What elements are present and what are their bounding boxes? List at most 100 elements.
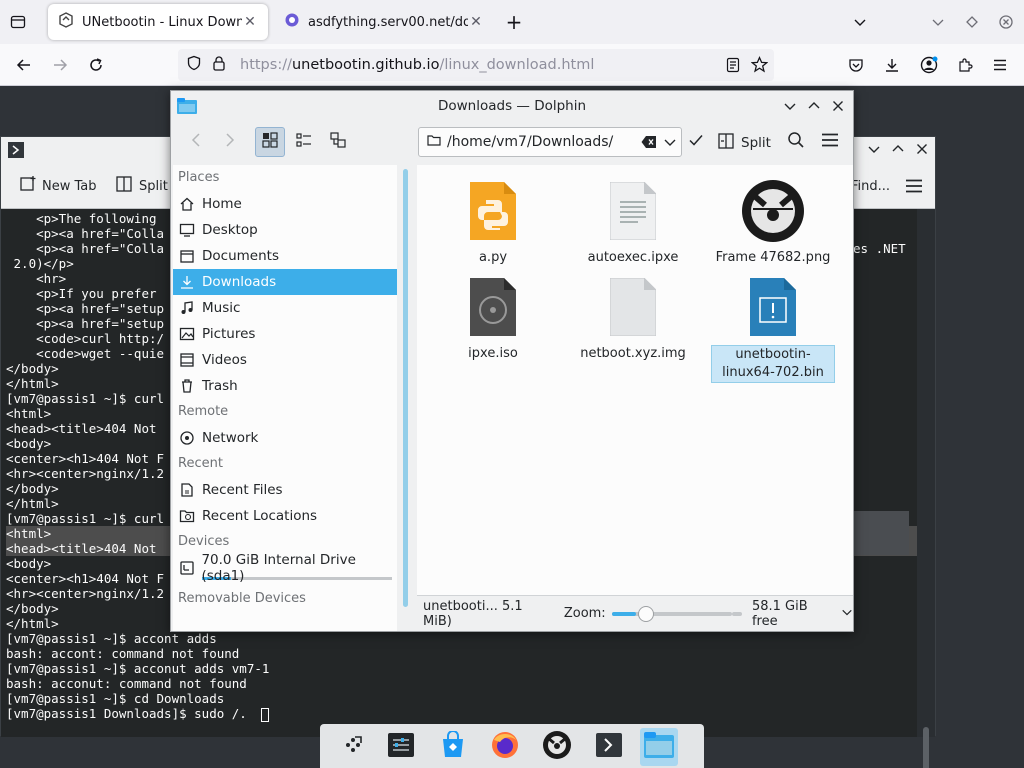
reader-view-icon[interactable] — [726, 57, 740, 77]
dolphin-button[interactable] — [640, 728, 678, 766]
new-tab-icon[interactable]: + — [504, 10, 524, 34]
location-bar[interactable]: /home/vm7/Downloads/ — [418, 127, 682, 157]
lock-icon[interactable] — [212, 55, 230, 75]
sidebar-item-70-0-gib-internal-drive-sda1[interactable]: 70.0 GiB Internal Drive (sda1) — [173, 552, 397, 584]
chevron-up-icon[interactable] — [891, 142, 905, 160]
zoom-extra-track — [732, 611, 742, 616]
dolphin-titlebar[interactable]: Downloads — Dolphin — [171, 91, 853, 121]
places-panel-scrollbar[interactable] — [397, 165, 415, 631]
hamburger-menu-button[interactable] — [815, 127, 845, 157]
scrollbar-thumb[interactable] — [403, 169, 408, 607]
sidebar-item-music[interactable]: Music — [173, 295, 397, 321]
search-button[interactable] — [781, 127, 811, 157]
icons-view-button[interactable] — [255, 127, 285, 157]
close-icon[interactable] — [831, 99, 845, 117]
file-item[interactable]: a.py — [431, 179, 555, 267]
file-item[interactable]: autoexec.ipxe — [571, 179, 695, 267]
sidebar-item-documents[interactable]: Documents — [173, 243, 397, 269]
sidebar-item-trash[interactable]: Trash — [173, 373, 397, 399]
sidebar-item-desktop[interactable]: Desktop — [173, 217, 397, 243]
zoom-slider[interactable] — [611, 605, 732, 622]
sidebar-item-home[interactable]: Home — [173, 191, 397, 217]
close-tab-icon[interactable]: ✕ — [468, 14, 484, 30]
sidebar-item-recent-files[interactable]: Recent Files — [173, 477, 397, 503]
app-launcher-button[interactable] — [334, 728, 372, 766]
taskbar — [320, 724, 704, 768]
recent-locations-icon — [178, 507, 196, 525]
drive-icon — [178, 559, 195, 577]
hamburger-menu-icon[interactable] — [905, 178, 923, 198]
chevron-down-icon[interactable] — [783, 99, 797, 117]
split-button[interactable]: Split — [717, 132, 771, 154]
scrollbar-thumb[interactable] — [923, 727, 929, 768]
terminal-line: [vm7@passis1 ~]$ accont adds — [6, 631, 217, 646]
account-icon[interactable] — [919, 55, 939, 75]
sidebar-item-videos[interactable]: Videos — [173, 347, 397, 373]
browser-tab-asdfything[interactable]: asdfything.serv00.net/dow ✕ — [274, 4, 494, 40]
back-icon[interactable] — [14, 55, 34, 75]
maximize-icon[interactable] — [962, 12, 982, 32]
terminal-scrollbar[interactable] — [917, 209, 935, 768]
clear-text-icon[interactable] — [641, 135, 657, 153]
free-space-label[interactable]: 58.1 GiB free — [752, 599, 835, 629]
details-view-button[interactable] — [323, 127, 353, 157]
sidebar-item-downloads[interactable]: Downloads — [173, 269, 397, 295]
firefox-button[interactable] — [486, 728, 524, 766]
minimize-icon[interactable] — [928, 12, 948, 32]
find-button[interactable]: Find... — [851, 173, 890, 199]
terminal-line: [vm7@passis1 ~]$ acconut adds vm7-1 — [6, 661, 270, 676]
close-icon[interactable] — [915, 142, 929, 160]
tracking-protection-icon[interactable] — [186, 55, 204, 75]
close-window-icon[interactable] — [996, 12, 1016, 32]
binary-file-icon — [741, 275, 805, 339]
compact-view-button[interactable] — [289, 127, 319, 157]
bookmark-star-icon[interactable] — [750, 56, 769, 77]
url-bar[interactable]: https://unetbootin.github.io/linux_downl… — [178, 49, 774, 81]
list-all-tabs-icon[interactable] — [850, 12, 870, 32]
python-file-icon — [461, 179, 525, 243]
pocket-icon[interactable] — [846, 55, 866, 75]
konsole-button[interactable] — [590, 728, 628, 766]
zoom-slider-fill — [611, 611, 636, 616]
chevron-up-icon[interactable] — [807, 99, 821, 117]
videos-icon — [178, 351, 196, 369]
discover-button[interactable] — [434, 728, 472, 766]
forward-button[interactable] — [215, 127, 245, 157]
music-icon — [178, 299, 196, 317]
forward-icon[interactable] — [50, 55, 70, 75]
split-view-button[interactable]: Split — [115, 173, 168, 199]
file-name: Frame 47682.png — [715, 250, 831, 265]
sidebar-item-recent-locations[interactable]: Recent Locations — [173, 503, 397, 529]
app-menu-icon[interactable] — [990, 55, 1010, 75]
tab-label: asdfything.serv00.net/dow — [308, 14, 468, 30]
system-settings-button[interactable] — [382, 728, 420, 766]
extensions-icon[interactable] — [955, 55, 975, 75]
new-tab-button[interactable]: New Tab — [19, 173, 97, 199]
browser-tab-unetbootin[interactable]: UNetbootin - Linux Downl ✕ — [48, 4, 268, 40]
chevron-down-icon[interactable] — [841, 606, 853, 622]
terminal-line: bash: accont: command not found — [6, 646, 240, 661]
image-app-button[interactable] — [538, 728, 576, 766]
back-button[interactable] — [181, 127, 211, 157]
file-item[interactable]: Frame 47682.png — [711, 179, 835, 267]
sidebar-item-network[interactable]: Network — [173, 425, 397, 451]
sidebar-item-pictures[interactable]: Pictures — [173, 321, 397, 347]
zoom-slider-handle[interactable] — [637, 605, 654, 622]
find-label: Find... — [851, 178, 891, 194]
reload-icon[interactable] — [86, 55, 106, 75]
tab-list-icon[interactable] — [8, 12, 28, 32]
file-item[interactable]: netboot.xyz.img — [571, 275, 695, 363]
disc-image-icon — [461, 275, 525, 339]
file-item[interactable]: unetbootin-linux64-702.bin — [711, 275, 835, 383]
confirm-location-button[interactable] — [681, 127, 711, 157]
file-name: netboot.xyz.img — [580, 346, 686, 361]
file-item[interactable]: ipxe.iso — [431, 275, 555, 363]
file-view[interactable]: a.py autoexec.ipxe Frame 47682.png ipxe.iso… — [417, 165, 853, 595]
terminal-line: bash: acconut: command not found — [6, 676, 247, 691]
close-tab-icon[interactable]: ✕ — [242, 14, 258, 30]
chevron-down-icon[interactable] — [663, 135, 677, 153]
app-launcher-icon — [341, 733, 365, 761]
downloads-icon[interactable] — [882, 55, 902, 75]
search-icon — [787, 131, 805, 153]
chevron-down-icon[interactable] — [867, 142, 881, 160]
